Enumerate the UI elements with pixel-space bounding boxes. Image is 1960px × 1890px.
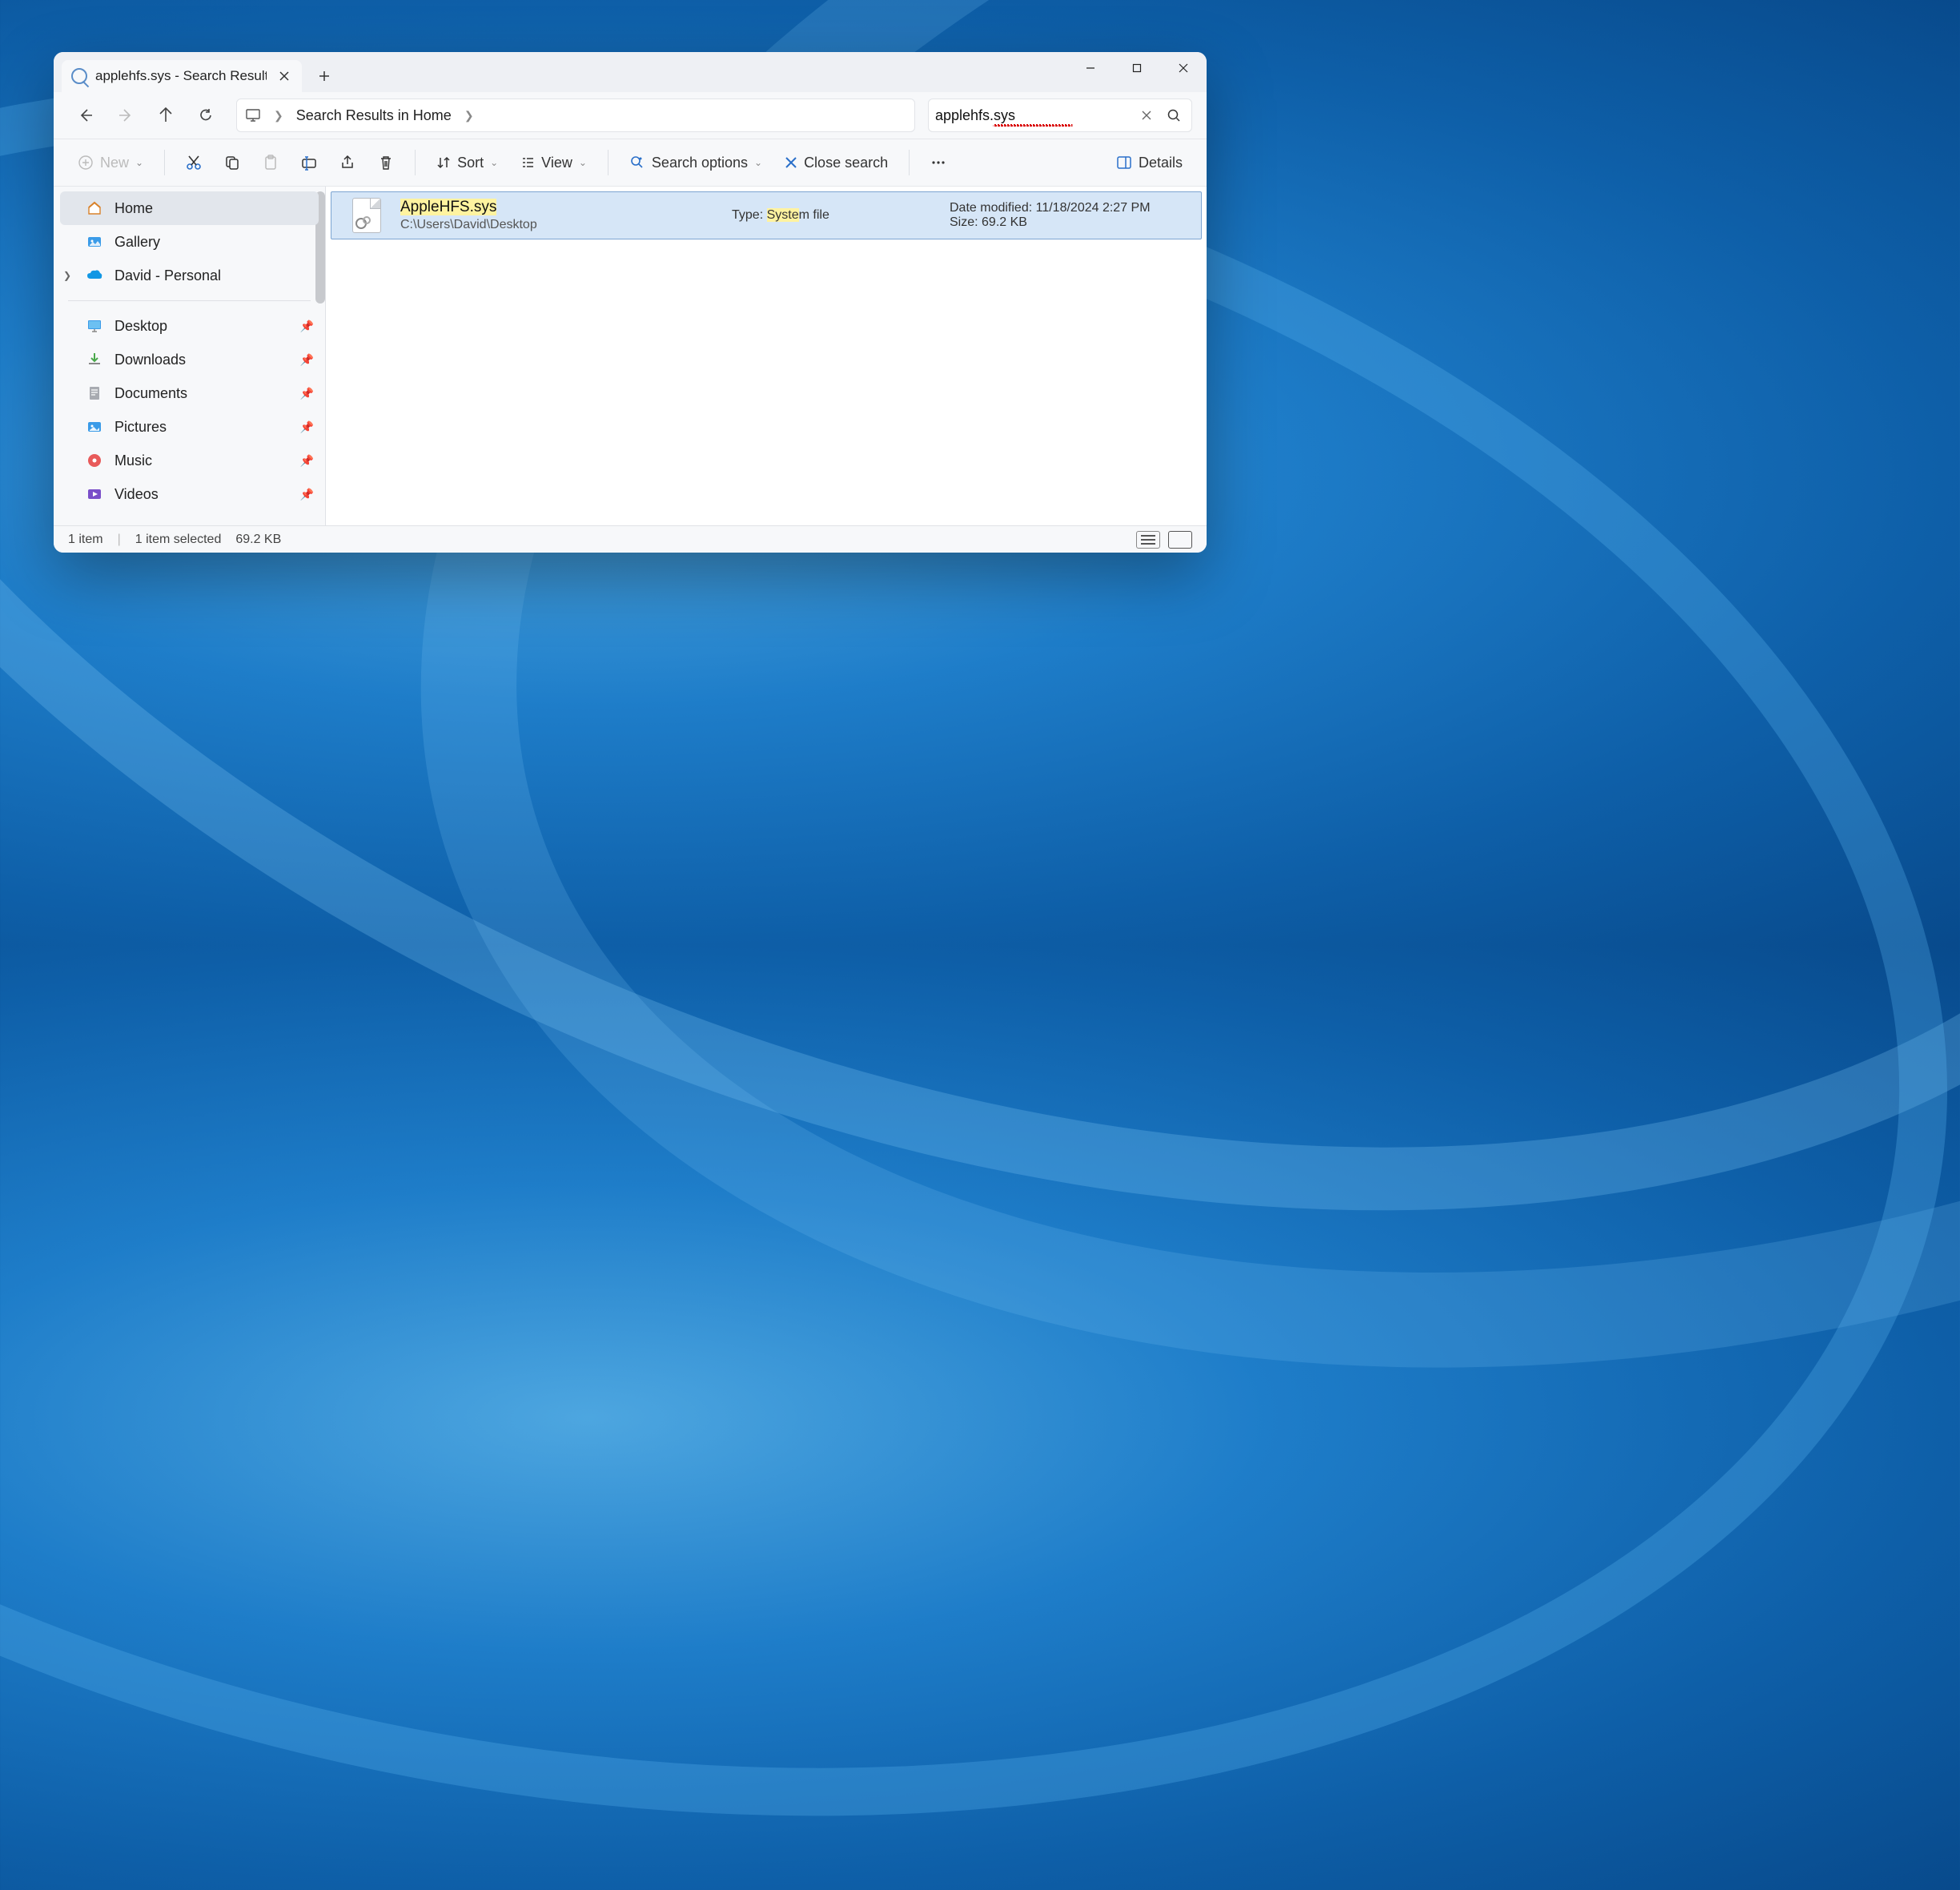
- details-pane-button[interactable]: Details: [1107, 147, 1192, 179]
- spellcheck-underline: [935, 124, 1131, 127]
- sidebar-item-label: Music: [114, 452, 152, 469]
- pin-icon: 📌: [300, 353, 314, 367]
- thumbnails-view-toggle[interactable]: [1168, 531, 1192, 549]
- delete-button[interactable]: [368, 147, 404, 179]
- sidebar-item-documents[interactable]: Documents 📌: [54, 376, 325, 410]
- gallery-icon: [86, 233, 103, 251]
- close-window-button[interactable]: [1160, 52, 1207, 84]
- selection-size: 69.2 KB: [235, 533, 281, 547]
- sidebar-item-music[interactable]: Music 📌: [54, 444, 325, 477]
- pin-icon: 📌: [300, 387, 314, 400]
- search-options-button[interactable]: Search options ⌄: [620, 147, 772, 179]
- rename-button[interactable]: [291, 147, 327, 179]
- monitor-icon: [245, 107, 261, 123]
- forward-button[interactable]: [108, 98, 143, 133]
- view-button[interactable]: View ⌄: [511, 147, 596, 179]
- new-button[interactable]: New ⌄: [68, 147, 153, 179]
- cut-button[interactable]: [176, 147, 211, 179]
- desktop-icon: [86, 317, 103, 335]
- titlebar: applehfs.sys - Search Results in: [54, 52, 1207, 92]
- close-tab-button[interactable]: [275, 66, 294, 86]
- music-icon: [86, 452, 103, 469]
- new-tab-button[interactable]: [308, 60, 340, 92]
- chevron-down-icon: ⌄: [490, 157, 498, 168]
- breadcrumb-location[interactable]: Search Results in Home: [296, 107, 452, 124]
- sidebar-item-home[interactable]: Home: [60, 191, 319, 225]
- pin-icon: 📌: [300, 454, 314, 468]
- tab-title: applehfs.sys - Search Results in: [95, 68, 267, 84]
- address-bar[interactable]: ❯ Search Results in Home ❯: [236, 99, 915, 132]
- pin-icon: 📌: [300, 488, 314, 501]
- chevron-down-icon: ⌄: [135, 157, 143, 168]
- onedrive-icon: [86, 267, 103, 284]
- search-submit-button[interactable]: [1163, 104, 1185, 127]
- search-icon: [71, 68, 87, 84]
- more-options-button[interactable]: [921, 147, 956, 179]
- selection-count: 1 item selected: [135, 533, 222, 547]
- sidebar-item-videos[interactable]: Videos 📌: [54, 477, 325, 511]
- pin-icon: 📌: [300, 320, 314, 333]
- clear-search-button[interactable]: [1135, 104, 1158, 127]
- sidebar-item-desktop[interactable]: Desktop 📌: [54, 309, 325, 343]
- pin-icon: 📌: [300, 420, 314, 434]
- command-bar: New ⌄ Sort ⌄ View ⌄: [54, 139, 1207, 187]
- sidebar-item-onedrive[interactable]: ❯ David - Personal: [54, 259, 325, 292]
- minimize-button[interactable]: [1067, 52, 1114, 84]
- window-controls: [1067, 52, 1207, 84]
- search-box[interactable]: applehfs.sys: [928, 99, 1192, 132]
- sidebar-item-label: Gallery: [114, 234, 160, 251]
- search-result-row[interactable]: AppleHFS.sys C:\Users\David\Desktop Type…: [331, 191, 1202, 239]
- results-pane: AppleHFS.sys C:\Users\David\Desktop Type…: [326, 187, 1207, 525]
- home-icon: [86, 199, 103, 217]
- file-explorer-window: applehfs.sys - Search Results in: [54, 52, 1207, 553]
- paste-button[interactable]: [253, 147, 288, 179]
- sidebar-item-label: David - Personal: [114, 267, 221, 284]
- file-type: Type: System file: [732, 208, 940, 223]
- downloads-icon: [86, 351, 103, 368]
- documents-icon: [86, 384, 103, 402]
- sidebar-item-downloads[interactable]: Downloads 📌: [54, 343, 325, 376]
- file-path: C:\Users\David\Desktop: [400, 218, 722, 232]
- chevron-right-icon[interactable]: ❯: [460, 109, 479, 123]
- chevron-right-icon[interactable]: ❯: [63, 270, 71, 281]
- share-button[interactable]: [330, 147, 365, 179]
- navigation-pane: Home Gallery ❯ David - Personal: [54, 187, 326, 525]
- sidebar-item-label: Downloads: [114, 352, 186, 368]
- close-search-button[interactable]: Close search: [775, 147, 898, 179]
- back-button[interactable]: [68, 98, 103, 133]
- sidebar-item-label: Desktop: [114, 318, 167, 335]
- item-count: 1 item: [68, 533, 103, 547]
- active-tab[interactable]: applehfs.sys - Search Results in: [62, 60, 302, 92]
- chevron-down-icon: ⌄: [754, 157, 762, 168]
- file-name: AppleHFS.sys: [400, 199, 722, 216]
- status-bar: 1 item | 1 item selected 69.2 KB: [54, 525, 1207, 553]
- maximize-button[interactable]: [1114, 52, 1160, 84]
- chevron-right-icon[interactable]: ❯: [269, 109, 288, 123]
- navigation-bar: ❯ Search Results in Home ❯ applehfs.sys: [54, 92, 1207, 139]
- sidebar-item-label: Pictures: [114, 419, 167, 436]
- system-file-icon: [352, 198, 381, 233]
- search-input[interactable]: applehfs.sys: [935, 107, 1131, 124]
- sidebar-item-label: Home: [114, 200, 153, 217]
- sidebar-item-gallery[interactable]: Gallery: [54, 225, 325, 259]
- sort-button[interactable]: Sort ⌄: [427, 147, 508, 179]
- copy-button[interactable]: [215, 147, 250, 179]
- up-button[interactable]: [148, 98, 183, 133]
- sidebar-item-label: Documents: [114, 385, 187, 402]
- refresh-button[interactable]: [188, 98, 223, 133]
- pictures-icon: [86, 418, 103, 436]
- videos-icon: [86, 485, 103, 503]
- sidebar-item-label: Videos: [114, 486, 159, 503]
- sidebar-item-pictures[interactable]: Pictures 📌: [54, 410, 325, 444]
- details-view-toggle[interactable]: [1136, 531, 1160, 549]
- chevron-down-icon: ⌄: [579, 157, 587, 168]
- file-metadata: Date modified: 11/18/2024 2:27 PM Size: …: [950, 201, 1190, 230]
